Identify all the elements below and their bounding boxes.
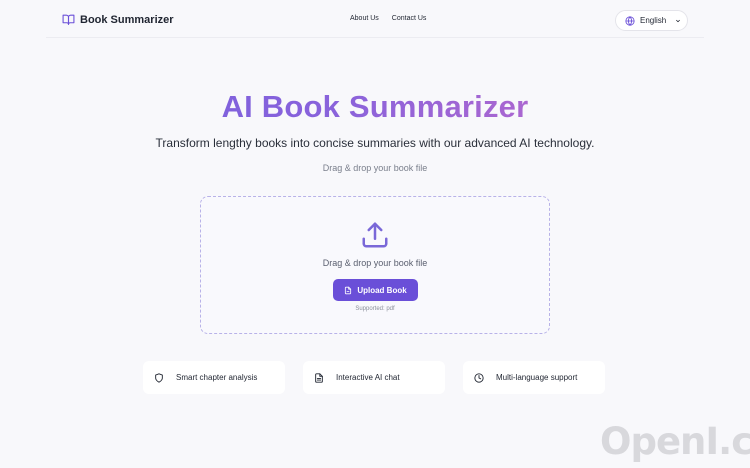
feature-card-chapter-analysis: Smart chapter analysis <box>143 361 285 394</box>
feature-card-ai-chat: Interactive AI chat <box>303 361 445 394</box>
feature-label: Multi-language support <box>496 373 578 382</box>
brand-name: Book Summarizer <box>80 13 174 26</box>
page-subtitle: Transform lengthy books into concise sum… <box>155 136 595 150</box>
upload-button-label: Upload Book <box>357 285 407 295</box>
nav-links: About Us Contact Us <box>350 15 426 22</box>
page-title: AI Book Summarizer <box>0 89 750 125</box>
drag-hint: Drag & drop your book file <box>322 163 428 173</box>
upload-book-button[interactable]: Upload Book <box>333 279 418 301</box>
clock-icon <box>474 372 484 383</box>
file-icon <box>345 286 352 294</box>
document-icon <box>315 372 323 383</box>
book-icon <box>62 14 75 25</box>
language-selector[interactable]: English <box>615 10 688 31</box>
shield-icon <box>155 372 163 383</box>
globe-icon <box>625 15 635 26</box>
brand-logo-link[interactable]: Book Summarizer <box>62 13 174 26</box>
feature-card-multi-language: Multi-language support <box>463 361 605 394</box>
feature-label: Interactive AI chat <box>336 373 400 382</box>
upload-icon <box>362 222 388 248</box>
top-navbar: Book Summarizer About Us Contact Us Engl… <box>46 0 704 38</box>
watermark-logo: OpenI.cn <box>600 420 750 463</box>
dropzone-text: Drag & drop your book file <box>322 258 428 268</box>
file-dropzone[interactable]: Drag & drop your book file Upload Book S… <box>200 196 550 334</box>
nav-link-contact[interactable]: Contact Us <box>392 15 427 22</box>
chevron-down-icon <box>676 19 681 22</box>
language-selected: English <box>640 16 667 25</box>
feature-label: Smart chapter analysis <box>176 373 258 382</box>
nav-link-about[interactable]: About Us <box>350 15 379 22</box>
supported-formats: Supported: pdf <box>355 306 395 312</box>
